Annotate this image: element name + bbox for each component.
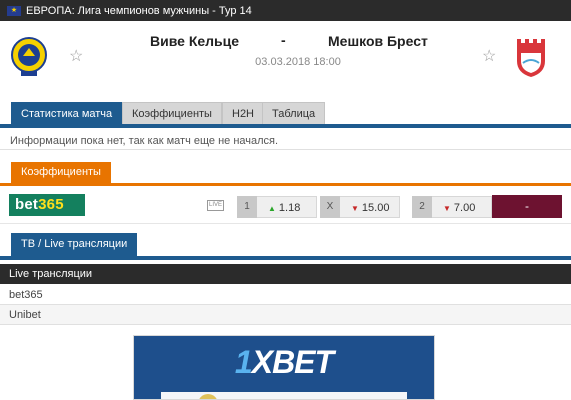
bookmaker-bet-button[interactable]: - — [492, 195, 562, 218]
arrow-up-icon: ▲ — [268, 204, 276, 213]
favorite-star-icon[interactable]: ☆ — [482, 49, 496, 65]
live-icon: LIVE — [207, 200, 224, 211]
odd-label: X — [320, 196, 340, 218]
away-team-name[interactable]: Мешков Брест — [328, 33, 428, 49]
arrow-down-icon: ▼ — [351, 204, 359, 213]
bet365-logo[interactable]: bet365 — [9, 194, 85, 216]
tab-h2h[interactable]: H2H — [222, 102, 265, 124]
odd-label: 1 — [237, 196, 257, 218]
odd-value-text: 15.00 — [361, 202, 390, 214]
odd-value-text: 1.18 — [278, 202, 301, 214]
tv-section-header: ТВ / Live трансляции — [0, 231, 571, 260]
score-separator: - — [281, 32, 286, 48]
tab-tv-live[interactable]: ТВ / Live трансляции — [11, 233, 138, 256]
tab-odds-section[interactable]: Коэффициенты — [11, 162, 111, 183]
banner-brand-name: XBET — [251, 344, 334, 380]
banner-strip — [161, 392, 407, 399]
live-streams-header: Live трансляции — [0, 264, 571, 284]
banner-brand: 1XBET — [134, 344, 434, 380]
live-stream-item[interactable]: Unibet — [0, 305, 571, 325]
competition-title[interactable]: ЕВРОПА: Лига чемпионов мужчины - Тур 14 — [26, 5, 252, 17]
banner-brand-number: 1 — [234, 344, 253, 380]
odd-home[interactable]: 1 ▲ 1.18 — [237, 196, 317, 218]
tab-standings[interactable]: Таблица — [262, 102, 326, 124]
bet365-logo-accent: 365 — [38, 196, 64, 213]
odd-away[interactable]: 2 ▼ 7.00 — [412, 196, 492, 218]
odd-value: ▲ 1.18 — [257, 196, 317, 218]
live-stream-item[interactable]: bet365 — [0, 285, 571, 305]
match-header: ☆ Виве Кельце - Мешков Брест 03.03.2018 … — [0, 21, 571, 101]
competition-bar: ★ ЕВРОПА: Лига чемпионов мужчины - Тур 1… — [0, 0, 571, 21]
odds-section-header: Коэффициенты — [0, 160, 571, 186]
odd-value: ▼ 7.00 — [432, 196, 492, 218]
bookmaker-row: bet365 LIVE 1 ▲ 1.18 X ▼ 15.00 2 ▼ 7.00 - — [0, 190, 571, 224]
odd-label: 2 — [412, 196, 432, 218]
no-info-message: Информации пока нет, так как матч еще не… — [0, 132, 571, 150]
ad-banner[interactable]: 1XBET — [133, 335, 435, 400]
odd-value-text: 7.00 — [453, 202, 476, 214]
away-team-logo — [517, 39, 545, 77]
odd-draw[interactable]: X ▼ 15.00 — [320, 196, 400, 218]
tab-match-stats[interactable]: Статистика матча — [11, 102, 123, 124]
tab-odds[interactable]: Коэффициенты — [122, 102, 222, 124]
match-tabs: Статистика матча Коэффициенты H2H Таблиц… — [0, 101, 571, 128]
eu-flag-icon: ★ — [7, 5, 21, 16]
bet365-logo-main: bet — [15, 196, 39, 213]
arrow-down-icon: ▼ — [443, 204, 451, 213]
home-team-name[interactable]: Виве Кельце — [150, 33, 239, 49]
odd-value: ▼ 15.00 — [340, 196, 400, 218]
